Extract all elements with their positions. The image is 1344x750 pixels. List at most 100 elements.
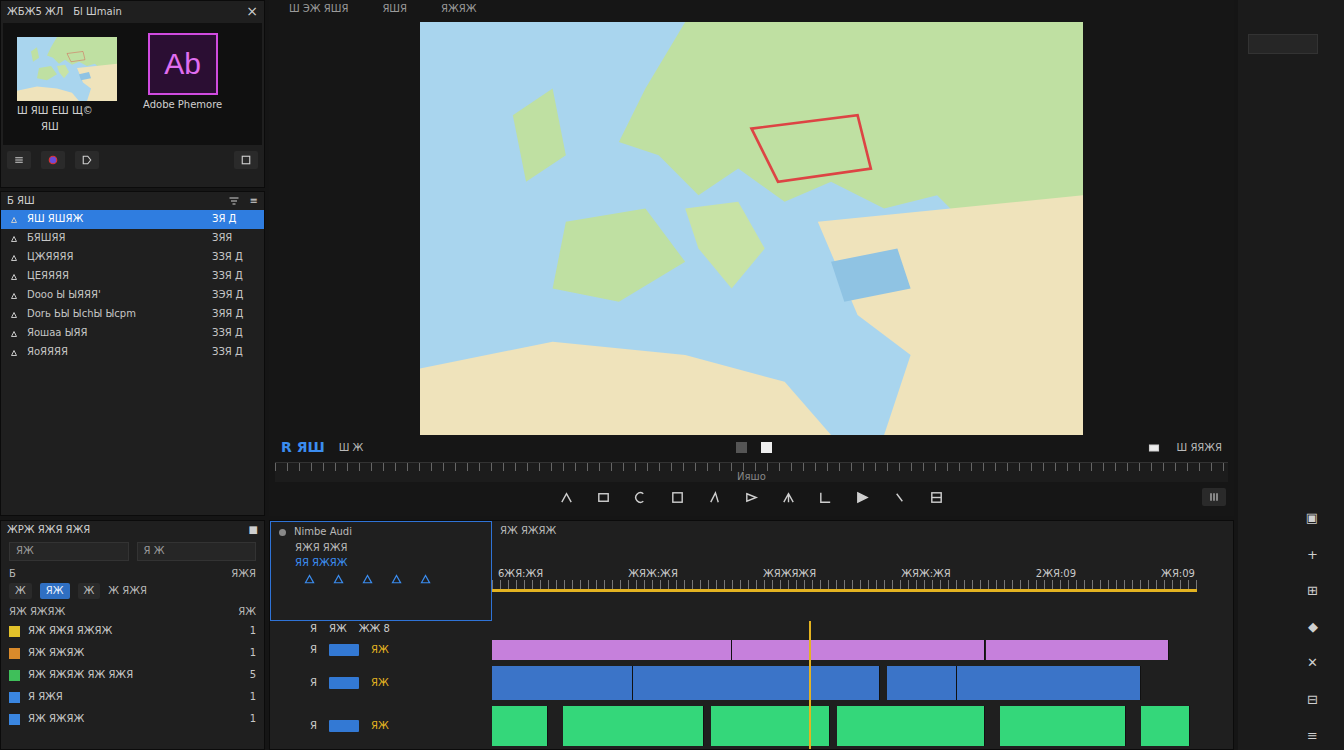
browser-item[interactable]: Dooo Ы ЫЯЯЯ'ЗЭЯ Д xyxy=(1,286,264,305)
track-toggle[interactable] xyxy=(329,677,359,689)
insert-icon[interactable] xyxy=(818,490,833,505)
map-thumbnail[interactable]: Ш ЯШ ЕШ Щ©ЯШ xyxy=(17,29,117,139)
panel-subtitle[interactable]: Бl Шmain xyxy=(73,6,236,19)
browser-item[interactable]: Яoшaa ЫЯЯЗЗЯ Д xyxy=(1,324,264,343)
fit-swatch[interactable] xyxy=(761,442,772,453)
track-toggle[interactable] xyxy=(329,720,359,732)
zoom-label[interactable]: Ш Ж xyxy=(339,442,364,455)
play-icon[interactable] xyxy=(707,490,722,505)
marker-icon[interactable] xyxy=(361,573,374,586)
go-to-in-icon[interactable] xyxy=(633,490,648,505)
effect-item[interactable]: ЯЖ ЯЖЯ ЯЖЯЖ1 xyxy=(1,622,264,641)
item-value: ЗЗЯ Д xyxy=(212,270,256,283)
filter-button[interactable]: Ж xyxy=(78,583,101,599)
tool-button[interactable]: ▣ xyxy=(1306,510,1318,526)
ruler-ticks[interactable] xyxy=(492,580,1197,592)
monitor-tab[interactable]: ЯШЯ xyxy=(382,3,407,16)
clip[interactable] xyxy=(563,706,704,746)
close-button[interactable]: × xyxy=(246,3,258,21)
tag-button[interactable] xyxy=(75,151,99,169)
export-icon[interactable] xyxy=(1145,442,1163,454)
effect-count: 1 xyxy=(250,713,256,726)
column-option[interactable]: ЯЖ xyxy=(238,606,256,619)
wrench-icon[interactable] xyxy=(390,573,403,586)
effect-item[interactable]: ЯЖ ЯЖЯЖ1 xyxy=(1,644,264,663)
clip[interactable] xyxy=(492,706,548,746)
scrub-bar[interactable]: Ияшо xyxy=(275,462,1228,482)
filter-button[interactable]: ЯЖ xyxy=(40,583,70,599)
tool-button[interactable]: ⊞ xyxy=(1307,583,1318,599)
sequence-label: ЯЯ ЯЖЯЖ xyxy=(279,557,483,570)
section-option[interactable]: ЯЖЯ xyxy=(231,568,256,581)
timecode[interactable]: R ЯШ xyxy=(281,439,325,457)
clip[interactable] xyxy=(492,666,633,700)
browser-item[interactable]: БЯШЯЯЗЯЯ xyxy=(1,229,264,248)
go-to-out-icon[interactable] xyxy=(781,490,796,505)
track-toggle[interactable] xyxy=(329,644,359,656)
step-back-icon[interactable] xyxy=(670,490,685,505)
track-lane xyxy=(492,703,1197,749)
monitor-tab[interactable]: ЯЖЯЖ xyxy=(441,3,476,16)
clip[interactable] xyxy=(732,640,986,660)
browser-item[interactable]: ЦЕЯЯЯЯЗЗЯ Д xyxy=(1,267,264,286)
effect-item[interactable]: ЯЖ ЯЖЯЖ 1 xyxy=(1,710,264,729)
effect-item[interactable]: Я ЯЖЯ1 xyxy=(1,688,264,707)
track-header: ЯЯЖ xyxy=(270,637,492,663)
effect-swatch xyxy=(9,714,20,725)
tool-button[interactable]: ≡ xyxy=(1307,728,1318,744)
item-name: Dorь ЬЫ ЫchЫ Ыcpm xyxy=(27,308,204,321)
step-forward-icon[interactable] xyxy=(744,490,759,505)
mark-in-icon[interactable] xyxy=(559,490,574,505)
filter-icon[interactable] xyxy=(228,195,240,207)
track-lane xyxy=(492,663,1197,703)
effect-name: ЯЖ ЯЖЯЖ xyxy=(28,713,242,726)
effect-item[interactable]: ЯЖ ЯЖЯЖ ЯЖ ЯЖЯ5 xyxy=(1,666,264,685)
app-thumbnail[interactable]: AbAdobe Phemore xyxy=(143,29,222,139)
browser-item[interactable]: Dorь ЬЫ ЫchЫ ЫcpmЗЯЯ Д xyxy=(1,305,264,324)
clip[interactable] xyxy=(711,706,831,746)
quality-swatch[interactable] xyxy=(736,442,747,453)
search-field[interactable]: Я Ж xyxy=(137,542,257,561)
tool-button[interactable]: + xyxy=(1307,547,1318,563)
tool-button[interactable]: ◆ xyxy=(1308,619,1318,635)
clip[interactable] xyxy=(837,706,985,746)
caption-icon[interactable] xyxy=(419,573,432,586)
overwrite-icon[interactable] xyxy=(855,490,870,505)
settings-button[interactable] xyxy=(1202,488,1226,506)
fit-label[interactable]: Ш ЯЯЖЯ xyxy=(1177,442,1223,455)
sequence-name[interactable]: Nimbe Audi xyxy=(294,526,352,539)
playhead[interactable] xyxy=(809,621,811,749)
clip[interactable] xyxy=(986,640,1169,660)
clip[interactable] xyxy=(887,666,958,700)
search-field[interactable]: ЯЖ xyxy=(9,542,129,561)
link-icon[interactable] xyxy=(332,573,345,586)
toolbar-field[interactable] xyxy=(1248,34,1318,54)
clip[interactable] xyxy=(1000,706,1127,746)
tool-button[interactable]: ⊟ xyxy=(1307,692,1318,708)
list-button[interactable] xyxy=(7,151,31,169)
menu-button[interactable]: ≡ xyxy=(250,195,258,208)
track-name: Я xyxy=(310,720,317,733)
browser-item[interactable]: ЯШ ЯШЯЖЗЯ Д xyxy=(1,210,264,229)
clip[interactable] xyxy=(492,640,732,660)
bin-button[interactable] xyxy=(234,151,258,169)
browser-item[interactable]: ЯoЯЯЯЯЗЗЯ Д xyxy=(1,343,264,362)
filter-button[interactable]: Ж xyxy=(9,583,32,599)
clip[interactable] xyxy=(633,666,880,700)
color-button[interactable] xyxy=(41,151,65,169)
timeline-panel: Nimbe AudiЯЖЯ ЯЖЯЯЯ ЯЖЯЖЯЖ ЯЖЯЖ6ЖЯ:ЖЯЖЯЖ… xyxy=(269,520,1234,750)
clip[interactable] xyxy=(1141,706,1190,746)
tool-button[interactable]: ✕ xyxy=(1307,655,1318,671)
track-name: Я xyxy=(310,677,317,690)
panel-title[interactable]: ЖБЖ5 ЖЛ xyxy=(7,6,63,19)
mark-out-icon[interactable] xyxy=(596,490,611,505)
clip[interactable] xyxy=(957,666,1140,700)
browser-item[interactable]: ЦЖЯЯЯЯЗЗЯ Д xyxy=(1,248,264,267)
lift-icon[interactable] xyxy=(892,490,907,505)
bin-icon xyxy=(240,154,252,166)
panel-menu[interactable]: ■ xyxy=(249,524,258,537)
snap-icon[interactable] xyxy=(303,573,316,586)
export-frame-icon[interactable] xyxy=(929,490,944,505)
browser-header: Б ЯШ≡ xyxy=(1,192,264,210)
monitor-tab[interactable]: Ш ЭЖ ЯШЯ xyxy=(289,3,348,16)
